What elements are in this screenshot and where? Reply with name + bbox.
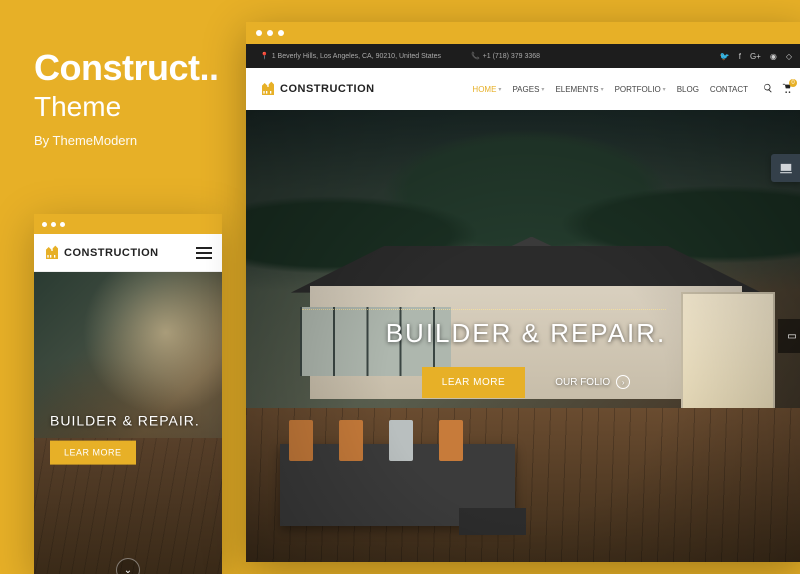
desktop-logo[interactable]: CONSTRUCTION [260,81,375,97]
device-preview-badge[interactable] [771,154,800,182]
promo-block: Construct.. Theme By ThemeModern [34,48,219,148]
promo-subtitle: Theme [34,90,219,124]
hero-secondary-link[interactable]: OUR FOLIO › [555,375,630,389]
chevron-down-icon: ▾ [541,86,544,93]
nav-pages[interactable]: PAGES▾ [512,85,544,94]
main-nav-bar: CONSTRUCTION HOME▾ PAGES▾ ELEMENTS▾ PORT… [246,68,800,110]
chevron-down-icon: ▾ [601,86,604,93]
hero-heading: BUILDER & REPAIR. [246,318,800,349]
arrow-right-icon: › [616,375,630,389]
building-icon [260,81,276,97]
mobile-hero-heading: BUILDER & REPAIR. [50,413,206,429]
nav-home[interactable]: HOME▾ [472,85,501,94]
top-info-bar: 📍1 Beverly Hills, Los Angeles, CA, 90210… [246,44,800,68]
mobile-cta-button[interactable]: LEAR MORE [50,441,136,465]
chevron-down-icon: ▾ [498,86,501,93]
hero-secondary-label: OUR FOLIO [555,377,610,388]
map-pin-icon: 📍 [260,53,269,60]
twitter-icon[interactable]: 🐦 [720,52,730,61]
instagram-icon[interactable]: ◇ [786,52,792,61]
google-plus-icon[interactable]: G+ [750,52,761,61]
social-links: 🐦 f G+ ◉ ◇ [720,52,792,61]
hero-cta-button[interactable]: LEAR MORE [422,367,525,398]
cart-icon[interactable]: 0 [782,83,792,95]
phone-icon: 📞 [471,53,480,60]
search-icon[interactable] [763,83,773,95]
address-text: 1 Beverly Hills, Los Angeles, CA, 90210,… [272,53,441,60]
desktop-hero: BUILDER & REPAIR. LEAR MORE OUR FOLIO › … [246,110,800,562]
facebook-icon[interactable]: f [739,52,741,61]
nav-elements[interactable]: ELEMENTS▾ [555,85,603,94]
desktop-preview: 📍1 Beverly Hills, Los Angeles, CA, 90210… [246,22,800,562]
promo-title: Construct.. [34,48,219,88]
mobile-logo[interactable]: CONSTRUCTION [44,245,159,261]
mobile-preview: CONSTRUCTION BUILDER & REPAIR. LEAR MORE… [34,214,222,574]
nav-contact[interactable]: CONTACT [710,85,748,94]
promo-byline: By ThemeModern [34,133,219,148]
mobile-browser-chrome [34,214,222,234]
chevron-down-icon: ▾ [663,86,666,93]
building-icon [44,245,60,261]
mobile-hero: BUILDER & REPAIR. LEAR MORE ⌄ [34,272,222,574]
phone-text: +1 (718) 379 3368 [483,53,540,60]
mobile-logo-text: CONSTRUCTION [64,247,159,259]
nav-blog[interactable]: BLOG [677,85,699,94]
desktop-logo-text: CONSTRUCTION [280,83,375,95]
main-nav: HOME▾ PAGES▾ ELEMENTS▾ PORTFOLIO▾ BLOG C… [472,83,792,95]
hamburger-menu-icon[interactable] [196,247,212,259]
desktop-browser-chrome [246,22,800,44]
slider-next-arrow[interactable]: ▭ [778,319,800,353]
cart-badge: 0 [789,79,797,87]
pinterest-icon[interactable]: ◉ [770,52,777,61]
nav-portfolio[interactable]: PORTFOLIO▾ [615,85,666,94]
mobile-header: CONSTRUCTION [34,234,222,272]
